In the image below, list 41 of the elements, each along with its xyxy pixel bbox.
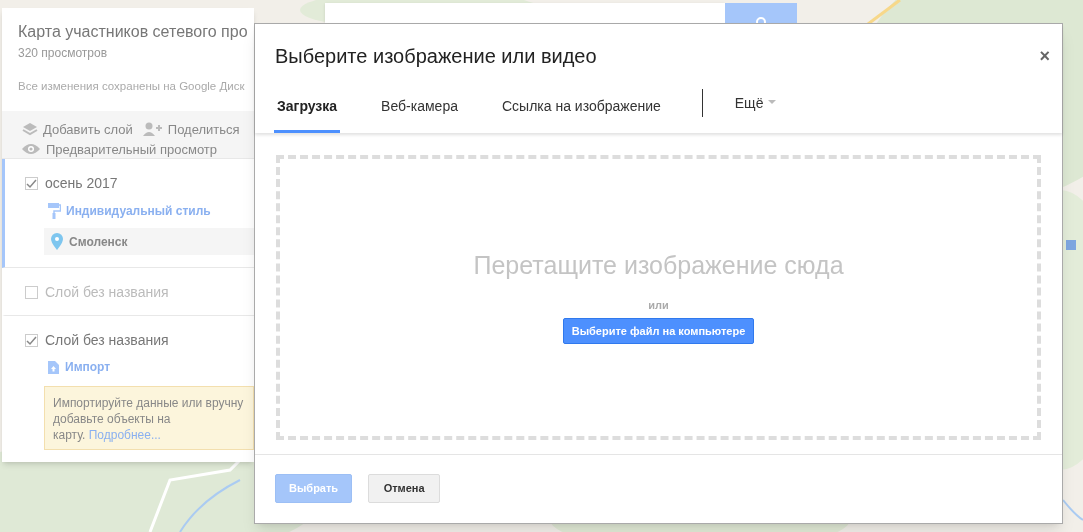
search-button[interactable]	[725, 3, 797, 24]
checkbox[interactable]	[25, 286, 38, 300]
more-menu[interactable]: Ещё	[734, 93, 777, 133]
toolbar-action[interactable]: Предварительный просмотр	[22, 140, 254, 159]
drop-zone[interactable]: Перетащите изображение сюда или Выберите файл на компьютере	[276, 155, 1041, 440]
caret-icon	[768, 100, 777, 104]
style-link[interactable]: Индивидуальный стиль	[48, 202, 254, 221]
search-field[interactable]	[325, 3, 725, 24]
paint-roller-icon	[48, 203, 61, 220]
checkbox[interactable]	[25, 334, 38, 348]
tab[interactable]: Ссылка на изображение	[498, 93, 664, 133]
import-link[interactable]: Импорт	[48, 358, 254, 377]
view-count: 320 просмотров	[18, 45, 109, 62]
toolbar-action[interactable]: Добавить слой	[22, 119, 133, 139]
learn-more-link[interactable]: Подробнее...	[88, 428, 161, 443]
drop-prompt: Перетащите изображение сюда	[473, 250, 844, 281]
layer-name[interactable]: осень 2017	[45, 173, 118, 195]
checkmark-icon	[26, 335, 37, 346]
hint-text: Импортируйте данные или вручну добавьте объекты на карту. Подробнее...	[53, 396, 244, 443]
close-button[interactable]: ×	[1039, 47, 1050, 65]
map-title[interactable]: Карта участников сетевого про	[18, 22, 254, 42]
place-row[interactable]: Смоленск	[44, 228, 254, 256]
file-upload-icon	[48, 360, 59, 374]
eye-icon	[22, 143, 40, 156]
layer-name[interactable]: Слой без названия	[45, 330, 169, 352]
layer[interactable]: осень 2017 Индивидуальный стиль Смоленск	[2, 159, 254, 269]
checkmark-icon	[26, 178, 37, 189]
tab[interactable]: Загрузка	[274, 93, 341, 133]
checkbox[interactable]	[25, 177, 38, 191]
layers-icon	[22, 122, 38, 137]
or-label: или	[648, 297, 669, 313]
save-status: Все изменения сохранены на Google Диск	[18, 79, 246, 94]
add-person-icon	[142, 122, 163, 137]
tab[interactable]: Веб-камера	[378, 93, 461, 133]
layer-name[interactable]: Слой без названия	[45, 282, 169, 304]
map-pin-icon	[51, 233, 63, 251]
dialog-title: Выберите изображение или видео	[275, 44, 597, 69]
dialog-button[interactable]: Отмена	[368, 473, 441, 503]
choose-file-button[interactable]: Выберите файл на компьютере	[562, 318, 755, 344]
layer[interactable]: Слой без названия Импорт Импортируйте данные или вручну добавьте объекты на карту. Подробнее...	[2, 316, 254, 462]
toolbar-action[interactable]: Поделиться	[142, 119, 240, 139]
